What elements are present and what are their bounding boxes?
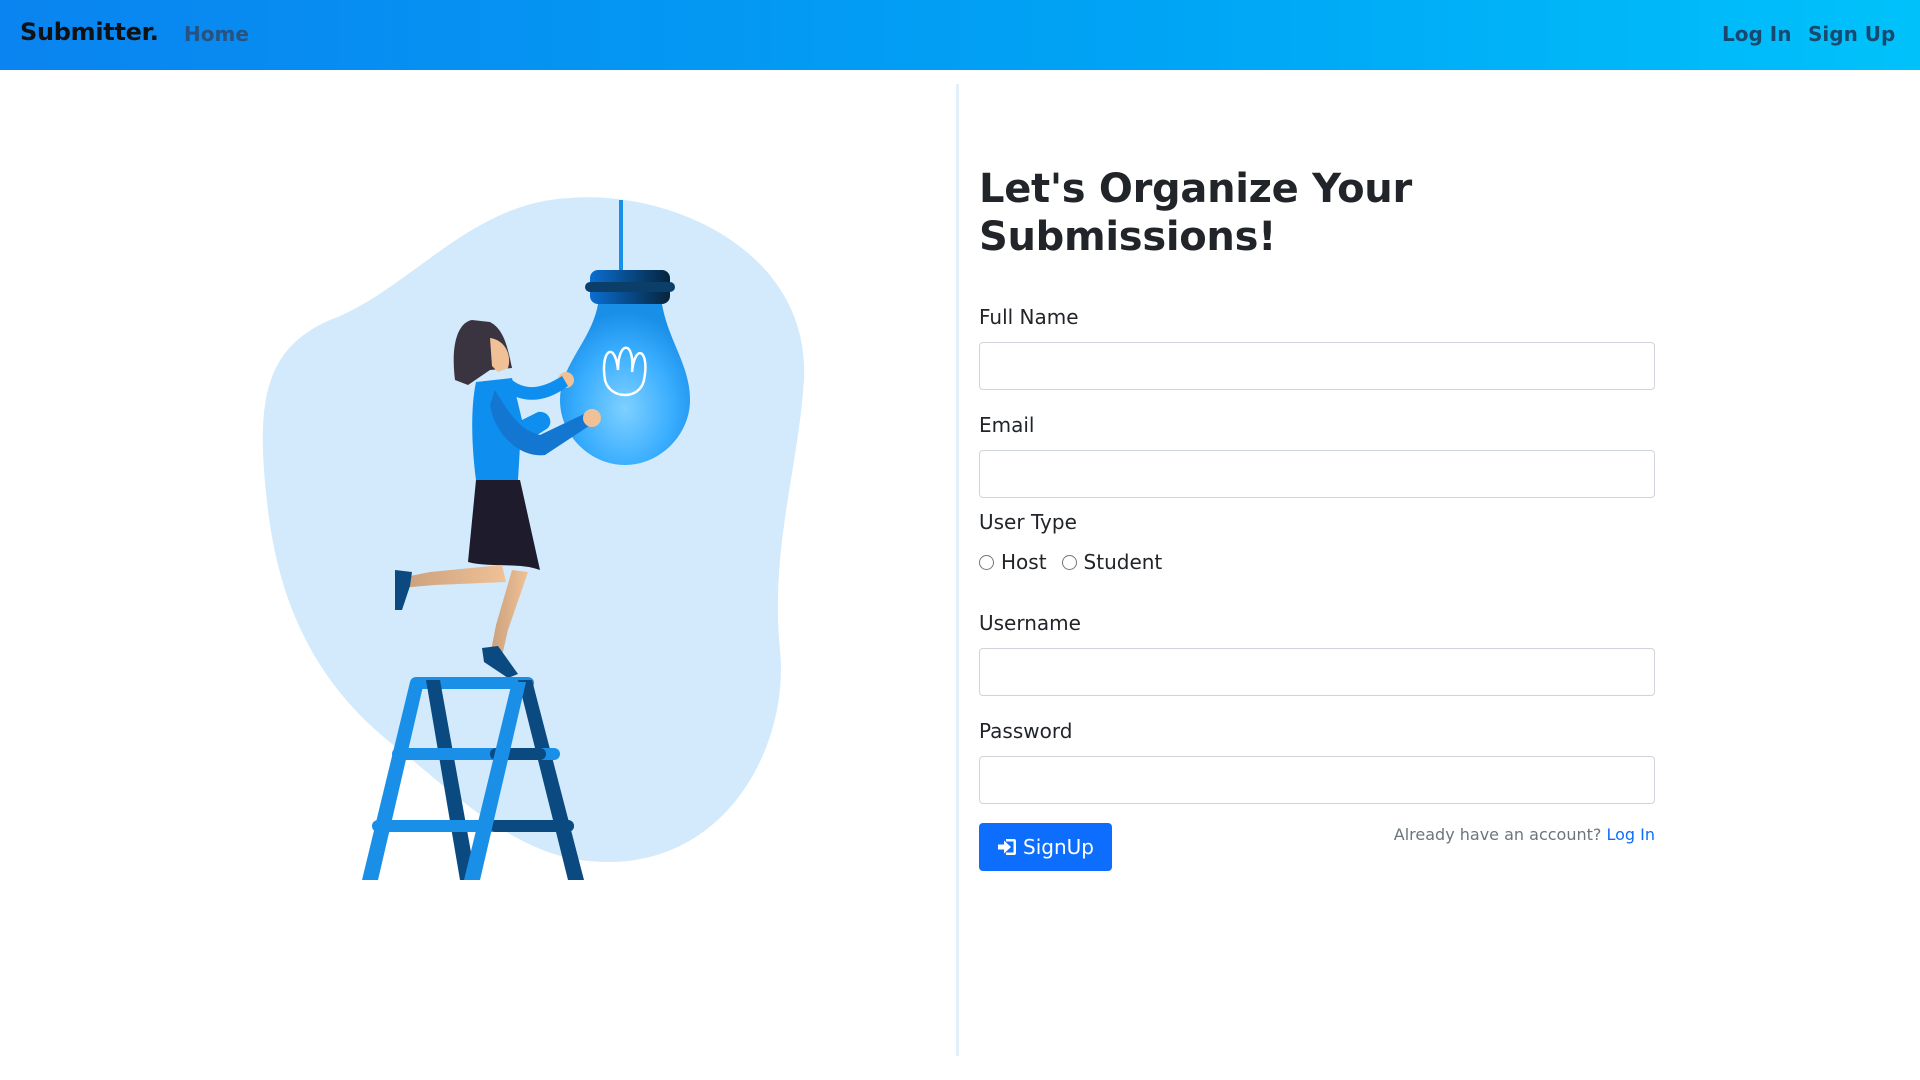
- password-label: Password: [979, 719, 1073, 743]
- username-label: Username: [979, 611, 1081, 635]
- hero-illustration: [250, 190, 830, 890]
- brand-logo[interactable]: Submitter.: [20, 18, 159, 46]
- signup-button-label: SignUp: [1023, 835, 1094, 859]
- already-have-account-text: Already have an account?: [1393, 825, 1602, 844]
- sign-in-icon: [998, 839, 1017, 855]
- fullname-label: Full Name: [979, 305, 1079, 329]
- woman-lightbulb-ladder-illustration: [262, 197, 805, 880]
- nav-login-link[interactable]: Log In: [1722, 22, 1791, 46]
- navbar: Submitter. Home Log In Sign Up: [0, 0, 1920, 70]
- background-blob: [262, 197, 805, 863]
- fullname-input[interactable]: [979, 342, 1655, 390]
- login-prompt: Already have an account? Log In: [1394, 825, 1655, 844]
- username-input[interactable]: [979, 648, 1655, 696]
- student-radio[interactable]: [1061, 554, 1077, 570]
- bulb-cord: [619, 200, 623, 272]
- usertype-label: User Type: [979, 510, 1077, 534]
- signup-button[interactable]: SignUp: [979, 823, 1112, 871]
- student-radio-label[interactable]: Student: [1084, 550, 1163, 574]
- nav-home-link[interactable]: Home: [184, 22, 249, 46]
- signup-form: Let's Organize Your Submissions! Full Na…: [979, 165, 1655, 871]
- email-input[interactable]: [979, 450, 1655, 498]
- vertical-divider: [956, 84, 959, 1056]
- page-title: Let's Organize Your Submissions!: [979, 166, 1412, 260]
- email-label: Email: [979, 413, 1035, 437]
- login-link[interactable]: Log In: [1606, 825, 1655, 844]
- host-radio[interactable]: [979, 554, 994, 570]
- nav-signup-link[interactable]: Sign Up: [1808, 22, 1895, 46]
- host-radio-label[interactable]: Host: [1001, 550, 1047, 574]
- password-input[interactable]: [979, 756, 1655, 804]
- usertype-radio-group: Host Student: [979, 550, 1177, 574]
